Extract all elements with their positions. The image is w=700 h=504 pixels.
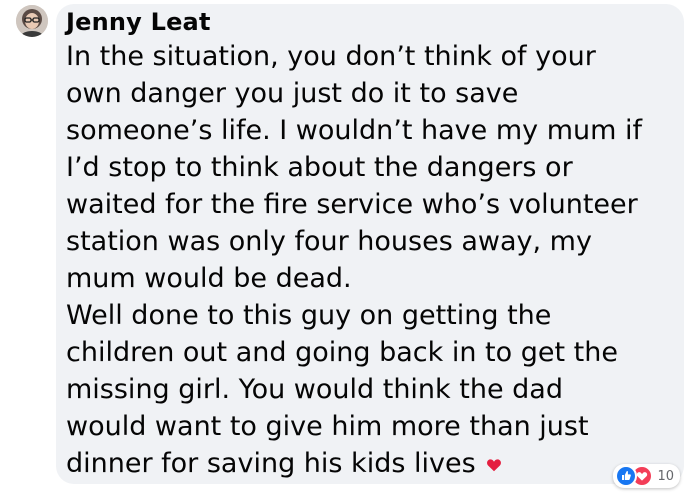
avatar-photo — [16, 5, 48, 37]
heart-emoji-icon — [486, 446, 502, 472]
comment-bubble: Jenny Leat In the situation, you don’t t… — [56, 4, 684, 488]
comment-author[interactable]: Jenny Leat — [66, 8, 211, 36]
reaction-count: 10 — [657, 468, 674, 484]
like-icon — [615, 465, 638, 487]
comment-text: In the situation, you don’t think of you… — [66, 41, 643, 479]
reaction-summary[interactable]: 10 — [613, 464, 680, 488]
avatar[interactable] — [16, 5, 48, 37]
comment-body: In the situation, you don’t think of you… — [66, 38, 678, 482]
